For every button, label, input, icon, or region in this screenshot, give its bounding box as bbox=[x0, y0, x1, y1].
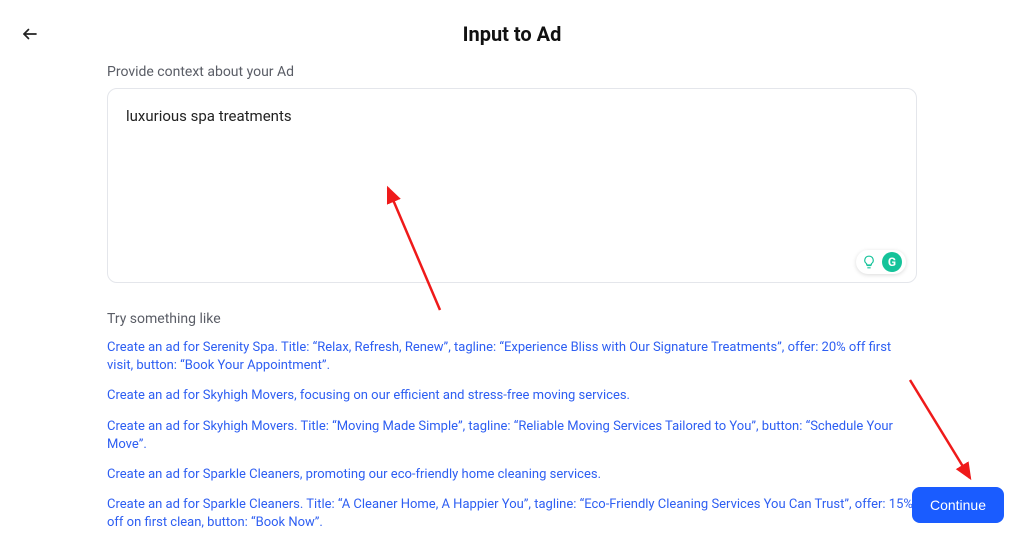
suggestion-item[interactable]: Create an ad for Sparkle Cleaners. Title… bbox=[107, 496, 917, 532]
suggestion-item[interactable]: Create an ad for Sparkle Cleaners, promo… bbox=[107, 466, 917, 484]
context-label: Provide context about your Ad bbox=[107, 64, 917, 80]
grammarly-widget[interactable]: G bbox=[856, 250, 906, 274]
context-box: G bbox=[107, 88, 917, 283]
suggestions-label: Try something like bbox=[107, 311, 917, 327]
annotation-arrow-icon bbox=[910, 380, 970, 478]
context-textarea[interactable] bbox=[126, 107, 898, 264]
suggestion-item[interactable]: Create an ad for Skyhigh Movers, focusin… bbox=[107, 387, 917, 405]
main-content: Provide context about your Ad G Try some… bbox=[107, 46, 917, 533]
grammarly-icon: G bbox=[882, 252, 902, 272]
page-title: Input to Ad bbox=[0, 0, 1024, 46]
suggestion-item[interactable]: Create an ad for Skyhigh Movers. Title: … bbox=[107, 418, 917, 454]
continue-button[interactable]: Continue bbox=[912, 487, 1004, 523]
arrow-left-icon bbox=[21, 25, 39, 43]
suggestion-item[interactable]: Create an ad for Serenity Spa. Title: “R… bbox=[107, 339, 917, 375]
back-button[interactable] bbox=[20, 24, 40, 44]
lightbulb-icon bbox=[860, 253, 878, 271]
